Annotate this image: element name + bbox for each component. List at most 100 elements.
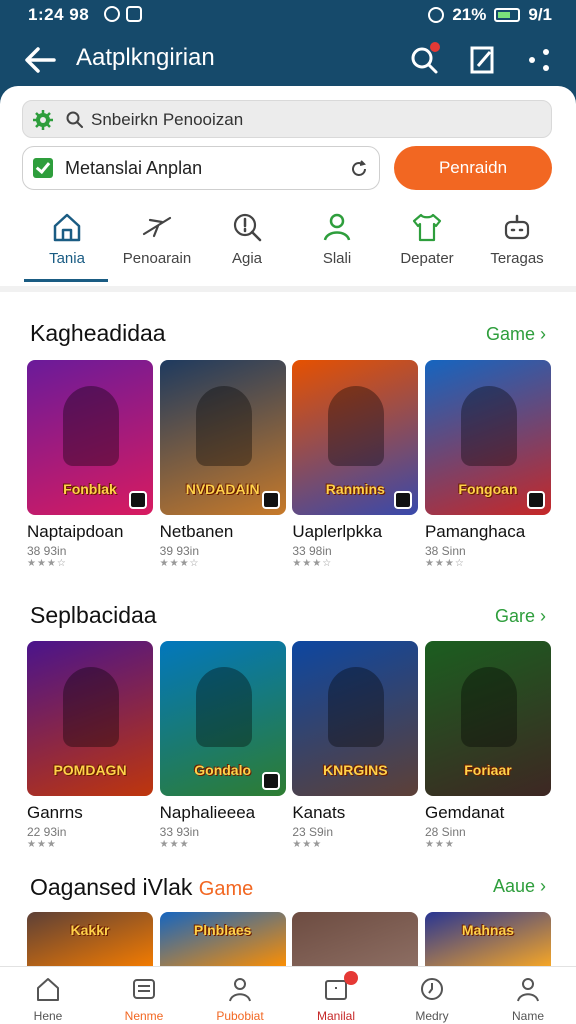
nav-pubobiat[interactable]: Pubobiat	[192, 967, 288, 1024]
filter-value: Metanslai Anplan	[65, 158, 203, 178]
game-card[interactable]: NVDADAIN Netbanen 39 93in ★★★☆	[159, 360, 286, 590]
notification-dot	[430, 42, 440, 52]
tab-label: Tania	[49, 250, 85, 267]
game-cover[interactable]: Kakkr	[27, 912, 153, 968]
category-tabs: Tania Penoarain Agia Slali Depater Terag…	[22, 208, 562, 282]
game-badge	[261, 772, 280, 790]
refresh-icon[interactable]	[349, 159, 369, 179]
section-title: Oagansed iVlak Game	[30, 874, 253, 901]
message-icon	[126, 6, 142, 22]
gear-icon[interactable]	[31, 108, 55, 132]
game-badge	[261, 491, 280, 509]
section-more-link[interactable]: Game ›	[486, 324, 546, 345]
game-cover[interactable]: NVDADAIN	[159, 360, 286, 515]
game-cover[interactable]: Ranmins	[292, 360, 419, 515]
checkbox-icon[interactable]	[33, 158, 53, 178]
game-meta: 28 Sinn	[424, 825, 466, 839]
game-cover[interactable]: Foriaar	[424, 641, 551, 796]
game-cover[interactable]: Plnblaes	[159, 912, 286, 968]
primary-action-button[interactable]: Penraidn	[394, 146, 552, 190]
filter-field[interactable]: Metanslai Anplan	[22, 146, 380, 190]
tab-label: Teragas	[490, 250, 544, 267]
game-card[interactable]	[292, 912, 419, 968]
cover-title: KNRGINS	[323, 762, 388, 778]
nav-label: Manilal	[316, 1009, 355, 1023]
back-button[interactable]	[20, 40, 60, 80]
section-title: Seplbacidaa	[30, 602, 157, 628]
main-content: Snbeirkn Penooizan Metanslai Anplan Penr…	[0, 86, 576, 968]
search-input[interactable]: Snbeirkn Penooizan	[91, 110, 243, 130]
game-card[interactable]: POMDAGN Ganrns 22 93in ★★★	[27, 641, 153, 871]
tab-teragas[interactable]: Teragas	[472, 208, 562, 282]
tab-slali[interactable]: Slali	[292, 208, 382, 282]
status-bar: 1:24 98 21% 9/1	[0, 0, 576, 30]
tab-depater[interactable]: Depater	[382, 208, 472, 282]
battery-icon	[494, 8, 521, 22]
cover-title: Foriaar	[464, 762, 512, 778]
header: Aatplkngirian	[0, 30, 576, 90]
game-title: Gemdanat	[424, 803, 505, 822]
rating-stars: ★★★☆	[159, 558, 200, 569]
game-meta: 33 93in	[159, 825, 200, 839]
cover-title: POMDAGN	[53, 762, 127, 778]
cover-title: Kakkr	[70, 922, 110, 938]
game-card[interactable]: Fongoan Pamanghaca 38 Sinn ★★★☆	[424, 360, 551, 590]
game-title: Netbanen	[159, 522, 234, 541]
plane-icon	[142, 216, 172, 238]
nav-hene[interactable]: Hene	[0, 967, 96, 1024]
nav-name[interactable]: Name	[480, 967, 576, 1024]
section-more-link[interactable]: Aaue ›	[493, 876, 546, 897]
game-card[interactable]: Kakkr	[27, 912, 153, 968]
game-cover[interactable]: Fonblak	[27, 360, 153, 515]
game-card[interactable]: Mahnas	[424, 912, 551, 968]
robot-icon	[504, 214, 530, 240]
battery-percent: 21%	[452, 5, 487, 24]
nav-medry[interactable]: Medry	[384, 967, 480, 1024]
nav-manilal[interactable]: Manilal	[288, 967, 384, 1024]
tab-label: Agia	[231, 250, 263, 267]
home-icon	[53, 213, 81, 242]
tab-penoarain[interactable]: Penoarain	[112, 208, 202, 282]
game-title: Ganrns	[27, 803, 83, 822]
game-cover[interactable]: POMDAGN	[27, 641, 153, 796]
game-card[interactable]: Fonblak Naptaipdoan 38 93in ★★★☆	[27, 360, 153, 590]
share-button[interactable]	[520, 40, 560, 80]
game-badge	[394, 491, 413, 509]
game-badge	[526, 491, 545, 509]
tab-tania[interactable]: Tania	[22, 208, 112, 282]
search-button[interactable]	[404, 40, 444, 80]
game-row: Kakkr Plnblaes Mahnas	[27, 912, 551, 968]
game-card[interactable]: Ranmins Uaplerlpkka 33 98in ★★★☆	[292, 360, 419, 590]
nav-nenme[interactable]: Nenme	[96, 967, 192, 1024]
game-cover[interactable]: KNRGINS	[292, 641, 419, 796]
home-icon	[37, 978, 59, 1001]
profile-icon	[229, 978, 251, 1002]
game-card[interactable]: Gondalo Naphalieeea 33 93in ★★★	[159, 641, 286, 871]
game-cover[interactable]: Gondalo	[159, 641, 286, 796]
game-title: Kanats	[292, 803, 346, 822]
tab-agia[interactable]: Agia	[202, 208, 292, 282]
search-bar[interactable]: Snbeirkn Penooizan	[22, 100, 552, 138]
game-cover[interactable]	[292, 912, 419, 968]
status-extra: 9/1	[528, 5, 552, 24]
bottom-nav: Hene Nenme Pubobiat Manilal Medry Name	[0, 966, 576, 1024]
game-cover[interactable]: Fongoan	[424, 360, 551, 515]
tab-label: Penoarain	[122, 250, 192, 267]
rating-stars: ★★★	[159, 839, 190, 850]
game-meta: 23 S9in	[292, 825, 334, 839]
game-cover[interactable]: Mahnas	[424, 912, 551, 968]
edit-button[interactable]	[462, 40, 502, 80]
game-card[interactable]: Foriaar Gemdanat 28 Sinn ★★★	[424, 641, 551, 871]
game-title: Naphalieeea	[159, 803, 256, 822]
page-title: Aatplkngirian	[76, 44, 215, 71]
section-more-link[interactable]: Gare ›	[495, 606, 546, 627]
search-icon	[66, 111, 83, 128]
game-card[interactable]: KNRGINS Kanats 23 S9in ★★★	[292, 641, 419, 871]
wifi-icon	[428, 7, 445, 23]
game-title: Uaplerlpkka	[292, 522, 383, 541]
rating-stars: ★★★	[27, 839, 57, 850]
rating-stars: ★★★☆	[424, 558, 465, 569]
nav-label: Pubobiat	[216, 1009, 264, 1023]
nav-label: Medry	[415, 1009, 449, 1023]
game-card[interactable]: Plnblaes	[159, 912, 286, 968]
